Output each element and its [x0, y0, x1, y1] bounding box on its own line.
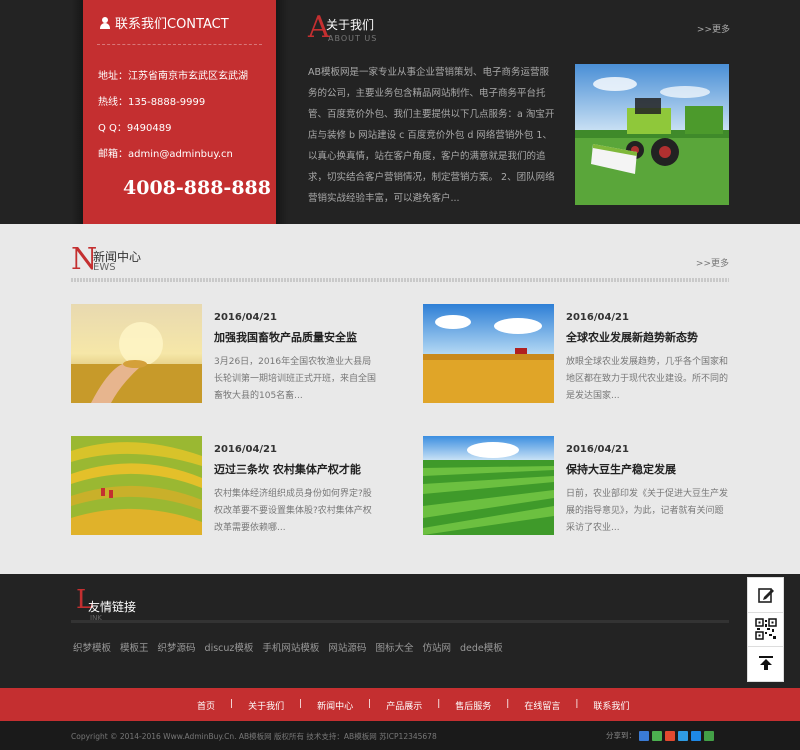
nav-message[interactable]: 在线留言 — [511, 699, 573, 712]
nav-separator: | — [299, 699, 303, 709]
share-tencent-icon[interactable] — [678, 730, 688, 741]
copyright: Copyright © 2014-2016 Www.AdminBuy.Cn. A… — [71, 732, 437, 741]
news-summary: 3月26日，2016年全国农牧渔业大县局长轮训第一期培训班正式开班，来自全国畜牧… — [214, 357, 377, 401]
feedback-button[interactable] — [748, 578, 783, 611]
share-bar: 分享到： — [606, 730, 714, 741]
divider — [71, 278, 729, 282]
news-summary: 农村集体经济组织成员身份如何界定?股权改革要不要设置集体股?农村集体产权改革需要… — [214, 489, 372, 533]
contact-title: 联系我们CONTACT — [99, 13, 229, 32]
qrcode-icon — [754, 618, 777, 640]
nav-separator: | — [368, 699, 372, 709]
top-band: 联系我们CONTACT 地址：江苏省南京市玄武区玄武湖 热线：135-8888-… — [0, 0, 800, 224]
contact-email[interactable]: 邮箱：admin@adminbuy.cn — [98, 142, 248, 168]
friend-link[interactable]: 网站源码 — [328, 640, 366, 654]
footer: Copyright © 2014-2016 Www.AdminBuy.Cn. A… — [0, 721, 800, 750]
share-qzone-icon[interactable] — [652, 730, 662, 741]
news-date: 2016/04/21 — [566, 444, 629, 455]
friend-link[interactable]: dede模板 — [460, 640, 503, 654]
floating-toolbar — [747, 577, 784, 682]
about-more-link[interactable]: >>更多 — [697, 22, 730, 35]
contact-address: 地址：江苏省南京市玄武区玄武湖 — [98, 71, 248, 82]
share-add-icon[interactable] — [639, 730, 649, 741]
qrcode-button[interactable] — [748, 612, 783, 645]
divider — [97, 44, 262, 45]
news-item[interactable]: 2016/04/21 保持大豆生产稳定发展 日前，农业部印发《关于促进大豆生产发… — [423, 436, 733, 536]
about-title: 关于我们 — [326, 18, 375, 32]
news-thumb-tea-field[interactable] — [423, 436, 554, 535]
share-label: 分享到： — [606, 731, 636, 740]
links-title: 友情链接 — [88, 600, 137, 614]
nav-about[interactable]: 关于我们 — [235, 699, 297, 712]
news-title-link[interactable]: 加强我国畜牧产品质量安全监 — [214, 329, 357, 345]
news-title-link[interactable]: 全球农业发展新趋势新态势 — [566, 329, 698, 345]
back-to-top-button[interactable] — [748, 646, 783, 679]
about-header: A 关于我们 ABOUT US >>更多 — [308, 12, 730, 44]
about-text: AB模板网是一家专业从事企业营销策划、电子商务运营服务的公司，主要业务包含精品网… — [308, 67, 555, 204]
hotline-number: 4008-888-888 — [123, 177, 271, 199]
news-summary: 放眼全球农业发展趋势，几乎各个国家和地区都在致力于现代农业建设。所不同的是发达国… — [566, 357, 729, 401]
friend-link[interactable]: discuz模板 — [205, 640, 254, 654]
contact-list: 地址：江苏省南京市玄武区玄武湖 热线：135-8888-9999 Q Q：949… — [98, 64, 248, 168]
footer-nav-list: 首页 | 关于我们 | 新闻中心 | 产品展示 | 售后服务 | 在线留言 | … — [184, 699, 642, 712]
footer-nav: 首页 | 关于我们 | 新闻中心 | 产品展示 | 售后服务 | 在线留言 | … — [0, 688, 800, 721]
friend-link[interactable]: 仿站网 — [422, 640, 451, 654]
news-item[interactable]: 2016/04/21 加强我国畜牧产品质量安全监 3月26日，2016年全国农牧… — [71, 304, 381, 404]
contact-hotline: 热线：135-8888-9999 — [98, 97, 206, 108]
user-icon — [99, 16, 111, 29]
nav-contact[interactable]: 联系我们 — [580, 699, 642, 712]
friend-links: 织梦模板 模板王 织梦源码 discuz模板 手机网站模板 网站源码 图标大全 … — [73, 640, 503, 654]
tractor-image — [575, 64, 729, 205]
news-item[interactable]: 2016/04/21 全球农业发展新趋势新态势 放眼全球农业发展趋势，几乎各个国… — [423, 304, 733, 404]
news-section: N 新闻中心 EWS >>更多 2016/04/21 加强我国畜牧产品质量安全监… — [0, 224, 800, 574]
nav-home[interactable]: 首页 — [184, 699, 228, 712]
friend-link[interactable]: 织梦源码 — [158, 640, 196, 654]
share-wechat-icon[interactable] — [704, 730, 714, 741]
share-weibo-icon[interactable] — [665, 730, 675, 741]
arrow-up-icon — [758, 656, 773, 670]
nav-separator: | — [575, 699, 579, 709]
friend-link[interactable]: 手机网站模板 — [262, 640, 319, 654]
news-thumb-rice-terraces[interactable] — [71, 436, 202, 535]
news-date: 2016/04/21 — [214, 312, 277, 323]
nav-news[interactable]: 新闻中心 — [304, 699, 366, 712]
links-section: L 友情链接 INK 织梦模板 模板王 织梦源码 discuz模板 手机网站模板… — [0, 574, 800, 688]
news-thumb-wheat-field[interactable] — [423, 304, 554, 403]
friend-link[interactable]: 模板王 — [120, 640, 149, 654]
news-summary: 日前，农业部印发《关于促进大豆生产发展的指导意见》，为此，记者就有关问题采访了农… — [566, 489, 729, 533]
news-date: 2016/04/21 — [566, 312, 629, 323]
nav-products[interactable]: 产品展示 — [373, 699, 435, 712]
divider — [71, 620, 729, 623]
news-item[interactable]: 2016/04/21 迈过三条坎 农村集体产权才能 农村集体经济组织成员身份如何… — [71, 436, 381, 536]
news-title-link[interactable]: 迈过三条坎 农村集体产权才能 — [214, 461, 361, 477]
news-more-link[interactable]: >>更多 — [696, 256, 729, 269]
contact-panel: 联系我们CONTACT 地址：江苏省南京市玄武区玄武湖 热线：135-8888-… — [71, 0, 288, 224]
nav-service[interactable]: 售后服务 — [442, 699, 504, 712]
friend-link[interactable]: 织梦模板 — [73, 640, 111, 654]
news-subtitle: EWS — [93, 262, 116, 273]
nav-separator: | — [506, 699, 510, 709]
nav-separator: | — [437, 699, 441, 709]
share-renren-icon[interactable] — [691, 730, 701, 741]
contact-qq: Q Q：9490489 — [98, 123, 172, 134]
news-date: 2016/04/21 — [214, 444, 277, 455]
edit-icon — [757, 587, 774, 603]
news-thumb-wheat-hands[interactable] — [71, 304, 202, 403]
nav-separator: | — [230, 699, 234, 709]
about-subtitle: ABOUT US — [328, 34, 378, 43]
friend-link[interactable]: 图标大全 — [375, 640, 413, 654]
news-title-link[interactable]: 保持大豆生产稳定发展 — [566, 461, 676, 477]
contact-title-text: 联系我们CONTACT — [115, 17, 229, 32]
